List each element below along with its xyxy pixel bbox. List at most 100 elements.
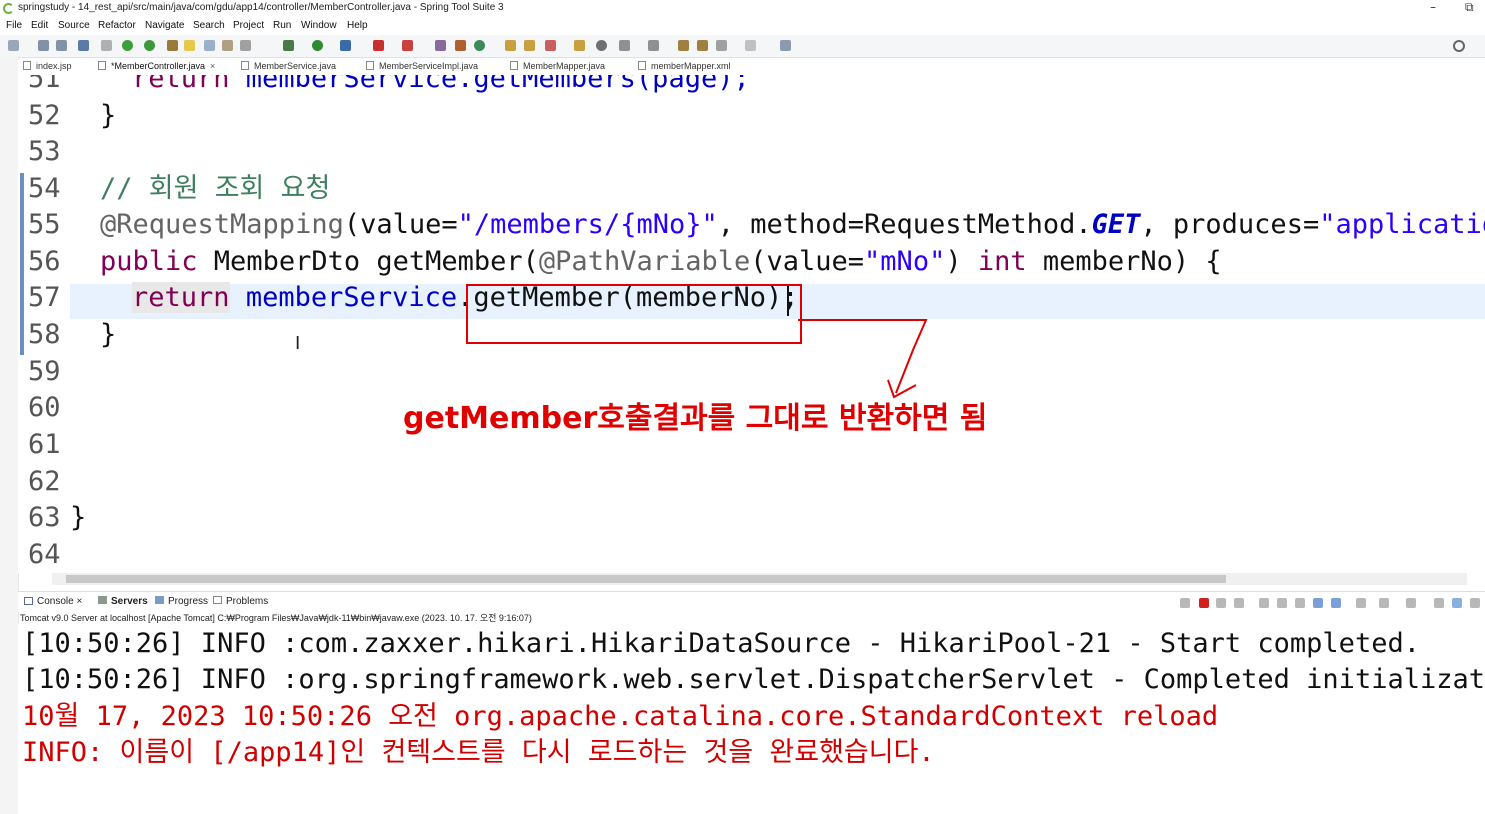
last-edit-icon[interactable]	[678, 40, 689, 51]
tab-label: MemberService.java	[254, 61, 337, 71]
tab-memberserviceimpl[interactable]: MemberServiceImpl.java	[366, 61, 478, 71]
annotation-note: getMember호출결과를 그대로 반환하면 됨	[403, 401, 988, 436]
menu-source[interactable]: Source	[58, 20, 90, 31]
menu-file[interactable]: File	[6, 20, 22, 31]
menu-help[interactable]: Help	[347, 20, 368, 31]
arrow-annotation	[798, 319, 928, 399]
tab-console[interactable]: Console ×	[24, 596, 82, 607]
open-type-icon[interactable]	[505, 40, 516, 51]
remove-all-icon[interactable]	[1234, 598, 1244, 608]
tab-servers[interactable]: Servers	[98, 596, 148, 607]
tab-label: Progress	[168, 596, 209, 607]
minimize-view-icon[interactable]	[1434, 598, 1444, 608]
terminate-icon[interactable]	[1199, 598, 1209, 608]
tab-label: MemberMapper.java	[523, 61, 606, 71]
menu-refactor[interactable]: Refactor	[98, 20, 136, 31]
tab-membermapper-xml[interactable]: memberMapper.xml	[638, 61, 731, 71]
servers-icon	[98, 596, 107, 604]
close-icon[interactable]: ×	[210, 61, 215, 71]
java-file-icon	[366, 61, 374, 70]
display-console-icon[interactable]	[1379, 598, 1389, 608]
refresh-icon[interactable]	[144, 40, 155, 51]
block-select-icon[interactable]	[222, 40, 233, 51]
open-console-icon[interactable]	[1356, 598, 1366, 608]
left-trim-bar	[0, 57, 19, 814]
word-wrap-icon[interactable]	[1295, 598, 1305, 608]
print-icon[interactable]	[78, 40, 89, 51]
run-icon[interactable]	[312, 40, 323, 51]
forward-icon[interactable]	[745, 40, 756, 51]
next-annotation-icon[interactable]	[619, 40, 630, 51]
tab-progress[interactable]: Progress	[155, 596, 208, 607]
search-tool-icon[interactable]	[545, 40, 556, 51]
xml-file-icon	[638, 61, 646, 70]
code-editor[interactable]: 51 52 53 54 55 56 57 58 59 60 61 62 63 6…	[18, 75, 1485, 573]
menu-run[interactable]: Run	[273, 20, 291, 31]
tab-label: Problems	[226, 596, 269, 607]
tab-label: index.jsp	[36, 61, 72, 71]
java-file-icon	[241, 61, 249, 70]
menu-search[interactable]: Search	[193, 20, 225, 31]
tab-label: Servers	[111, 596, 148, 607]
edit-location-icon[interactable]	[697, 40, 708, 51]
java-file-icon	[98, 61, 106, 70]
debug-icon[interactable]	[283, 40, 294, 51]
view-menu-icon[interactable]	[1470, 598, 1480, 608]
previous-annotation-icon[interactable]	[648, 40, 659, 51]
menu-window[interactable]: Window	[301, 20, 337, 31]
title-bar: springstudy - 14_rest_api/src/main/java/…	[0, 0, 1485, 18]
scrollbar-thumb[interactable]	[66, 575, 1226, 583]
stop-icon[interactable]	[373, 40, 384, 51]
toggle-icon[interactable]	[204, 40, 215, 51]
tab-memberservice[interactable]: MemberService.java	[241, 61, 336, 71]
open-resource-icon[interactable]	[524, 40, 535, 51]
console-line: INFO: 이름이 [/app14]인 컨텍스트를 다시 로드하는 것을 완료했…	[22, 737, 935, 768]
show-stdout-icon[interactable]	[1313, 598, 1323, 608]
new-console-icon[interactable]	[1406, 598, 1416, 608]
console-line: [10:50:26] INFO :com.zaxxer.hikari.Hikar…	[22, 628, 1420, 659]
spring-boot-icon[interactable]	[122, 40, 133, 51]
console-line: 10월 17, 2023 10:50:26 오전 org.apache.cata…	[22, 701, 1219, 732]
save-icon[interactable]	[38, 40, 49, 51]
new-icon[interactable]	[8, 40, 19, 51]
tab-index-jsp[interactable]: index.jsp	[23, 61, 72, 71]
pin-icon[interactable]	[167, 40, 178, 51]
external-tools-icon[interactable]	[402, 40, 413, 51]
menu-project[interactable]: Project	[233, 20, 264, 31]
back-icon[interactable]	[716, 40, 727, 51]
new-server-icon[interactable]	[435, 40, 446, 51]
open-perspective-icon[interactable]	[780, 40, 791, 51]
tab-problems[interactable]: Problems	[213, 596, 268, 607]
coverage-icon[interactable]	[340, 40, 351, 51]
whitespace-icon[interactable]	[240, 40, 251, 51]
pin-console-icon[interactable]	[1180, 598, 1190, 608]
editor-tab-bar: index.jsp *MemberController.java × Member…	[18, 60, 1485, 75]
deploy-icon[interactable]	[455, 40, 466, 51]
remove-launch-icon[interactable]	[1216, 598, 1226, 608]
search-icon[interactable]	[1453, 40, 1465, 52]
menu-navigate[interactable]: Navigate	[145, 20, 184, 31]
tab-label: memberMapper.xml	[651, 61, 731, 71]
globe-icon[interactable]	[596, 40, 607, 51]
clear-console-icon[interactable]	[1259, 598, 1269, 608]
show-stderr-icon[interactable]	[1331, 598, 1341, 608]
maximize-button[interactable]: ⧉	[1465, 0, 1474, 15]
tab-membermapper-java[interactable]: MemberMapper.java	[510, 61, 605, 71]
tab-membercontroller[interactable]: *MemberController.java ×	[98, 61, 215, 71]
window-title: springstudy - 14_rest_api/src/main/java/…	[18, 2, 504, 13]
new-java-class-icon[interactable]	[474, 40, 485, 51]
jsp-file-icon	[23, 61, 31, 70]
progress-icon	[155, 596, 164, 604]
open-task-icon[interactable]	[574, 40, 585, 51]
spring-tool-suite-icon	[3, 3, 14, 14]
mark-occurrences-icon[interactable]	[184, 40, 195, 51]
maximize-view-icon[interactable]	[1452, 598, 1462, 608]
java-file-icon	[510, 61, 518, 70]
menu-edit[interactable]: Edit	[31, 20, 48, 31]
save-all-icon[interactable]	[56, 40, 67, 51]
console-output[interactable]: [10:50:26] INFO :com.zaxxer.hikari.Hikar…	[18, 624, 1485, 814]
skip-breakpoints-icon[interactable]	[101, 40, 112, 51]
minimize-button[interactable]: –	[1430, 0, 1436, 14]
scroll-lock-icon[interactable]	[1277, 598, 1287, 608]
close-icon[interactable]: ×	[76, 596, 82, 607]
